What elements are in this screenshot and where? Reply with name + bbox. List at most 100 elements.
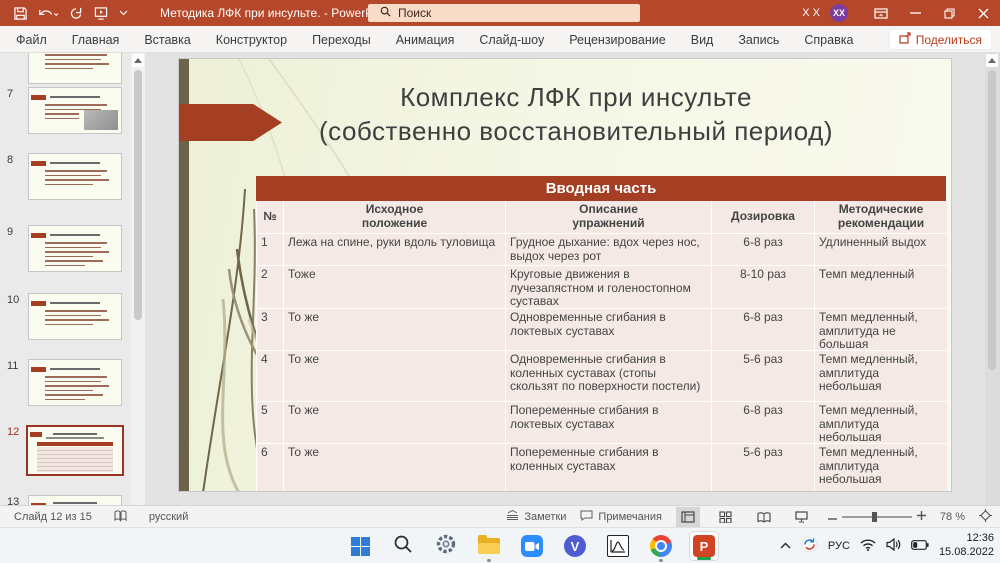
ribbon-tab-2[interactable]: Главная: [72, 33, 120, 47]
settings-button[interactable]: [431, 531, 461, 561]
comments-icon: [580, 510, 593, 524]
ribbon-tab-9[interactable]: Вид: [691, 33, 714, 47]
undo-icon[interactable]: [38, 7, 58, 20]
start-slideshow-icon[interactable]: [94, 7, 108, 20]
video-camera-icon: [521, 535, 543, 557]
comments-button[interactable]: Примечания: [580, 510, 662, 524]
close-button[interactable]: [966, 0, 1000, 26]
ribbon-tab-11[interactable]: Справка: [804, 33, 853, 47]
notes-icon: [506, 510, 519, 524]
chart-app-button[interactable]: [603, 531, 633, 561]
taskbar-search-button[interactable]: [388, 531, 418, 561]
minimize-button[interactable]: [898, 0, 932, 26]
slide-thumbnail-9[interactable]: [28, 225, 122, 272]
avatar[interactable]: XX: [830, 4, 848, 22]
slide-sorter-view-button[interactable]: [714, 507, 738, 527]
slide-scrollbar[interactable]: [985, 53, 1000, 505]
table-cell: Темп медленный, амплитуда не большая: [815, 309, 947, 350]
reading-view-button[interactable]: [752, 507, 776, 527]
zoom-slider-handle[interactable]: [872, 512, 877, 522]
powerpoint-button[interactable]: P: [689, 531, 719, 561]
ribbon-tab-1[interactable]: Файл: [16, 33, 47, 47]
slide-thumbnail-10[interactable]: [28, 293, 122, 340]
ribbon-tab-5[interactable]: Переходы: [312, 33, 371, 47]
sync-tray-icon[interactable]: [801, 536, 818, 556]
normal-view-button[interactable]: [676, 507, 700, 527]
slide-title[interactable]: Комплекс ЛФК при инсульте (собственно во…: [219, 81, 933, 149]
scrollbar-thumb[interactable]: [134, 70, 142, 320]
spellcheck-icon[interactable]: [114, 510, 127, 525]
thumbnail-content-line: [50, 234, 100, 236]
slide[interactable]: Комплекс ЛФК при инсульте (собственно во…: [178, 58, 952, 492]
file-explorer-button[interactable]: [474, 531, 504, 561]
ribbon-tab-6[interactable]: Анимация: [396, 33, 455, 47]
table-cell: Одновременные сгибания в локтевых сустав…: [506, 309, 711, 350]
slide-thumbnail-8[interactable]: [28, 153, 122, 200]
gear-icon: [435, 533, 457, 560]
table-cell: То же: [284, 444, 505, 492]
thumbnail-content-line: [45, 118, 79, 120]
thumbnail-content-line: [31, 161, 46, 166]
zoom-in-icon[interactable]: [917, 511, 926, 523]
thumbnail-content-line: [45, 68, 93, 70]
ribbon-display-options-icon[interactable]: [864, 0, 898, 26]
taskbar-clock[interactable]: 12:36 15.08.2022: [939, 532, 994, 560]
share-button[interactable]: Поделиться: [889, 29, 992, 50]
ribbon-tab-10[interactable]: Запись: [738, 33, 779, 47]
save-icon[interactable]: [14, 7, 27, 20]
slide-thumbnail[interactable]: [28, 53, 122, 84]
slide-thumbnail-12[interactable]: [26, 425, 124, 476]
thumbnail-scrollbar[interactable]: [131, 53, 145, 505]
battery-icon[interactable]: [911, 540, 929, 553]
thumbnail-content-line: [50, 302, 100, 304]
exercise-table[interactable]: Вводная часть №Исходное положениеОписани…: [256, 176, 946, 492]
fit-slide-icon[interactable]: [979, 509, 992, 525]
chrome-button[interactable]: [646, 531, 676, 561]
slide-thumbnail-11[interactable]: [28, 359, 122, 406]
share-label: Поделиться: [916, 33, 982, 47]
ribbon-tab-bar: Файл Главная Вставка Конструктор Переходы Ани…: [0, 26, 1000, 53]
window-title: Методика ЛФК при инсульте. - PowerPoint: [160, 0, 393, 26]
zoom-app-button[interactable]: [517, 531, 547, 561]
ribbon-tab-4[interactable]: Конструктор: [216, 33, 287, 47]
zoom-level[interactable]: 78 %: [940, 511, 965, 523]
v-app-button[interactable]: V: [560, 531, 590, 561]
tray-chevron-icon[interactable]: [780, 540, 791, 552]
thumbnail-content-line: [45, 319, 109, 321]
slide-thumbnail-7[interactable]: [28, 87, 122, 134]
wifi-icon[interactable]: [860, 539, 876, 554]
notes-button[interactable]: Заметки: [506, 510, 566, 524]
thumbnail-content-line: [45, 324, 93, 326]
ribbon-tab-8[interactable]: Рецензирование: [569, 33, 666, 47]
customize-qat-icon[interactable]: [119, 10, 128, 16]
table-cell: 1: [257, 234, 283, 265]
scrollbar-thumb[interactable]: [988, 70, 996, 370]
scroll-up-icon[interactable]: [986, 54, 998, 67]
zoom-out-icon[interactable]: [828, 511, 837, 523]
thumbnail-content-line: [30, 432, 42, 437]
scroll-up-icon[interactable]: [132, 54, 144, 67]
language-indicator[interactable]: русский: [149, 511, 188, 523]
quick-access-toolbar: [14, 0, 128, 26]
ribbon-tabs: Файл Главная Вставка Конструктор Переходы Ани…: [16, 26, 853, 53]
volume-icon[interactable]: [886, 538, 901, 554]
redo-icon[interactable]: [69, 7, 83, 20]
thumbnail-content-line: [45, 113, 79, 115]
slideshow-view-button[interactable]: [790, 507, 814, 527]
tray-language[interactable]: РУС: [828, 540, 850, 552]
start-button[interactable]: [345, 531, 375, 561]
thumbnail-content-line: [45, 179, 109, 181]
slide-thumbnail-13[interactable]: [28, 495, 122, 505]
table-cell: Лежа на спине, руки вдоль туловища: [284, 234, 505, 265]
zoom-slider[interactable]: [842, 516, 912, 518]
restore-button[interactable]: [932, 0, 966, 26]
powerpoint-icon: P: [693, 535, 715, 557]
ribbon-tab-7[interactable]: Слайд-шоу: [479, 33, 544, 47]
slide-title-line2: (собственно восстановительный период): [219, 115, 933, 149]
search-box[interactable]: Поиск: [368, 4, 640, 22]
table-header-cell: №: [257, 201, 283, 233]
ribbon-tab-3[interactable]: Вставка: [144, 33, 190, 47]
slide-number-indicator[interactable]: Слайд 12 из 15: [14, 511, 92, 523]
thumbnail-content-line: [45, 385, 109, 387]
table-cell: Круговые движения в лучезапястном и голе…: [506, 266, 711, 308]
